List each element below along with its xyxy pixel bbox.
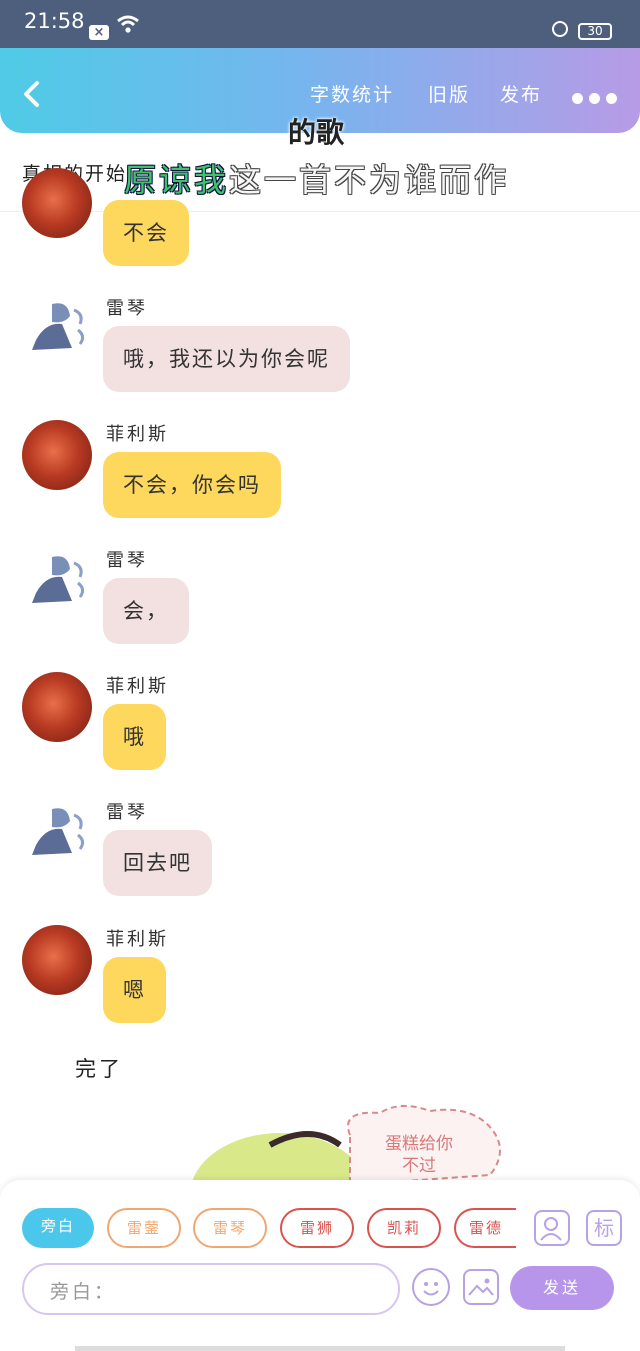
speaker-name: 雷琴: [106, 298, 148, 319]
image-icon[interactable]: [463, 1269, 499, 1305]
chip-character[interactable]: 雷德: [454, 1208, 516, 1248]
message-bubble: 哦，我还以为你会呢: [103, 326, 350, 392]
message-bubble: 会，: [103, 578, 189, 644]
home-indicator: [75, 1346, 565, 1351]
status-bar: 21:58 × 30: [0, 0, 640, 48]
send-button[interactable]: 发送: [510, 1266, 614, 1310]
chip-character[interactable]: 雷狮: [280, 1208, 354, 1248]
old-version-button[interactable]: 旧版: [428, 80, 470, 107]
notification-icon: ×: [89, 25, 109, 40]
lyric-rest: 这一首不为谁而作: [229, 161, 510, 199]
avatar-feilisi[interactable]: [22, 420, 92, 490]
lyric-overlay-line1: 的歌: [288, 116, 345, 149]
message-bubble: 哦: [103, 704, 166, 770]
speaker-name: 雷琴: [106, 550, 148, 571]
chip-character[interactable]: 凯莉: [367, 1208, 441, 1248]
mark-icon[interactable]: 标: [586, 1210, 622, 1246]
sticker-text-2: 不过: [402, 1156, 436, 1176]
publish-button[interactable]: 发布: [500, 80, 542, 107]
message-bubble: 不会: [103, 200, 189, 266]
battery-icon: 30: [578, 23, 612, 40]
speaker-name: 菲利斯: [106, 424, 169, 445]
narration-text: 完了: [75, 1057, 123, 1081]
sticker-image[interactable]: 蛋糕给你 不过: [190, 1105, 510, 1185]
character-manage-icon[interactable]: [534, 1210, 570, 1246]
chip-character[interactable]: 雷琴: [193, 1208, 267, 1248]
chip-character[interactable]: 雷蓥: [107, 1208, 181, 1248]
wifi-icon: [117, 15, 139, 33]
speaker-name: 菲利斯: [106, 676, 169, 697]
more-options-icon[interactable]: [572, 89, 623, 108]
lock-icon: [552, 21, 568, 37]
avatar-leiqin[interactable]: [22, 292, 92, 362]
chip-narrator[interactable]: 旁白: [22, 1208, 94, 1248]
message-bubble: 嗯: [103, 957, 166, 1023]
avatar-feilisi[interactable]: [22, 168, 92, 238]
avatar-leiqin[interactable]: [22, 797, 92, 867]
status-time: 21:58: [24, 9, 85, 33]
lyric-highlight: 原谅我: [124, 161, 230, 199]
lyric-overlay-line2: 原谅我这一首不为谁而作: [124, 155, 509, 201]
avatar-feilisi[interactable]: [22, 925, 92, 995]
input-placeholder: 旁白：: [50, 1281, 117, 1303]
word-count-button[interactable]: 字数统计: [310, 80, 394, 107]
sticker-text-1: 蛋糕给你: [385, 1134, 453, 1154]
back-arrow-icon[interactable]: [20, 80, 44, 108]
message-bubble: 回去吧: [103, 830, 212, 896]
avatar-leiqin[interactable]: [22, 545, 92, 615]
emoji-icon[interactable]: [412, 1268, 450, 1306]
speaker-name: 雷琴: [106, 802, 148, 823]
message-input[interactable]: 旁白：: [22, 1263, 400, 1315]
message-bubble: 不会，你会吗: [103, 452, 281, 518]
speaker-name: 菲利斯: [106, 929, 169, 950]
avatar-feilisi[interactable]: [22, 672, 92, 742]
